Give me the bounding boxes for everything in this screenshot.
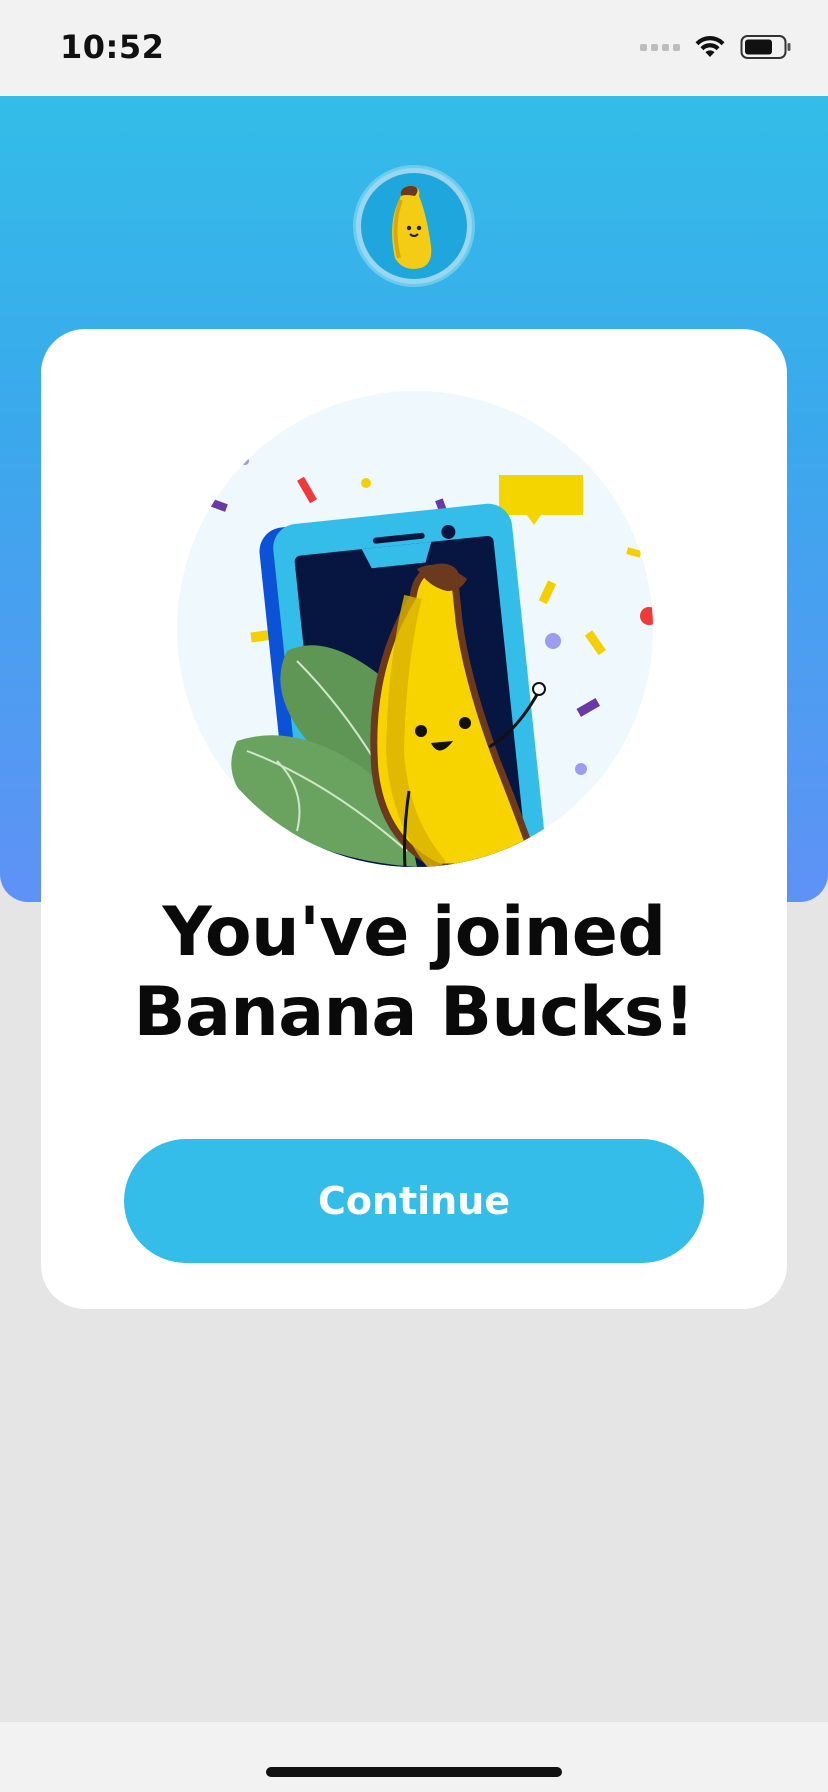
app-area: You've joined Banana Bucks! Continue	[0, 96, 828, 1722]
banana-mascot-icon	[392, 186, 432, 269]
banana-phone-celebration-illustration	[177, 391, 653, 867]
home-indicator[interactable]	[266, 1767, 562, 1777]
success-card: You've joined Banana Bucks! Continue	[41, 329, 787, 1309]
headline-line-1: You've joined	[162, 893, 666, 972]
banana-mascot-avatar	[356, 168, 472, 284]
status-bar: 10:52	[0, 0, 828, 96]
status-icons	[640, 34, 792, 60]
headline-line-2: Banana Bucks!	[133, 973, 695, 1052]
cellular-signal-icon	[640, 43, 680, 51]
wifi-icon	[695, 35, 725, 57]
battery-icon	[740, 35, 791, 59]
continue-button[interactable]: Continue	[124, 1139, 704, 1263]
home-indicator-area	[0, 1722, 828, 1792]
status-time: 10:52	[60, 28, 165, 66]
page-title: You've joined Banana Bucks!	[41, 893, 787, 1053]
